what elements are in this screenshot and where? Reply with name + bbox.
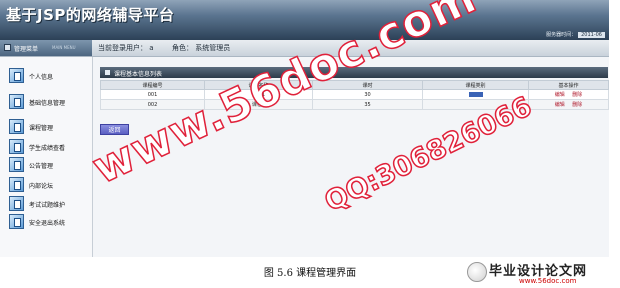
cell-actions: 编辑 删除 [528, 99, 609, 110]
cell-hours: 35 [312, 99, 423, 110]
document-icon [9, 139, 24, 154]
edit-link[interactable]: 编辑 [555, 92, 565, 98]
column-header: 基本操作 [528, 80, 609, 90]
cell-actions: 编辑 删除 [528, 89, 609, 100]
role-label: 角色： [172, 44, 193, 52]
footer-url: www.56doc.com [519, 277, 577, 285]
column-header: 课程编号 [100, 80, 205, 90]
table-header-row: 课程编号 课程名称 课时 课程类别 基本操作 [100, 80, 609, 90]
course-type-value [468, 91, 483, 97]
sidebar-item-label: 考试试题维护 [29, 202, 66, 209]
document-icon [9, 214, 24, 229]
sidebar-item-grades[interactable]: 学生成绩查看 [9, 139, 89, 155]
footer-logo: 毕业设计论文网 www.56doc.com [467, 260, 612, 286]
menu-header: 管理菜单 MAIN MENU [0, 40, 92, 56]
panel-title: 课程基本信息列表 [114, 71, 163, 78]
document-icon [9, 94, 24, 109]
header: 基于JSP的网络辅导平台 服务器时间： 2011-06 [0, 0, 609, 40]
sidebar-item-label: 基础信息管理 [29, 100, 66, 107]
app-window: 基于JSP的网络辅导平台 服务器时间： 2011-06 管理菜单 MAIN MEN… [0, 0, 609, 257]
sidebar-item-personal-info[interactable]: 个人信息 [9, 68, 89, 84]
document-icon [9, 68, 24, 83]
sidebar-item-courses[interactable]: 课程管理 [9, 119, 89, 135]
sidebar-item-label: 安全退出系统 [29, 220, 66, 227]
document-icon [9, 157, 24, 172]
current-user: a [149, 44, 154, 52]
delete-link[interactable]: 删除 [572, 102, 582, 108]
sidebar: 个人信息 基础信息管理 课程管理 学生成绩查看 公告管理 内部论坛 考试试题维护 [0, 57, 93, 257]
table-row: 001 课程1 30 编辑 删除 [100, 89, 609, 100]
sidebar-item-label: 学生成绩查看 [29, 145, 66, 152]
delete-link[interactable]: 删除 [572, 92, 582, 98]
edit-link[interactable]: 编辑 [555, 102, 565, 108]
server-time-value: 2011-06 [578, 32, 605, 38]
menu-label: 管理菜单 [14, 46, 39, 53]
sidebar-item-forum[interactable]: 内部论坛 [9, 177, 89, 193]
column-header: 课程类别 [422, 80, 529, 90]
server-time-label: 服务器时间： [546, 32, 577, 38]
menu-sublabel: MAIN MENU [52, 45, 76, 50]
sidebar-item-exam-questions[interactable]: 考试试题维护 [9, 196, 89, 212]
server-time: 服务器时间： 2011-06 [546, 31, 605, 38]
sidebar-item-label: 内部论坛 [29, 183, 54, 190]
sidebar-item-label: 课程管理 [29, 125, 54, 132]
login-info: 当前登录用户： a 角色： 系统管理员 [98, 43, 230, 53]
site-title: 基于JSP的网络辅导平台 [6, 6, 175, 24]
document-icon [9, 119, 24, 134]
document-icon [9, 196, 24, 211]
list-icon [105, 70, 110, 75]
current-user-label: 当前登录用户： [98, 44, 147, 52]
role-value: 系统管理员 [195, 44, 231, 52]
sidebar-item-announcements[interactable]: 公告管理 [9, 157, 89, 173]
logo-icon [467, 262, 487, 282]
sidebar-item-label: 个人信息 [29, 74, 54, 81]
cell-hours: 30 [312, 89, 423, 100]
sidebar-item-label: 公告管理 [29, 163, 54, 170]
document-icon [9, 177, 24, 192]
sidebar-item-basic-info[interactable]: 基础信息管理 [9, 94, 89, 110]
menu-icon [4, 44, 11, 51]
sidebar-item-logout[interactable]: 安全退出系统 [9, 214, 89, 230]
cell-code: 001 [100, 89, 205, 100]
